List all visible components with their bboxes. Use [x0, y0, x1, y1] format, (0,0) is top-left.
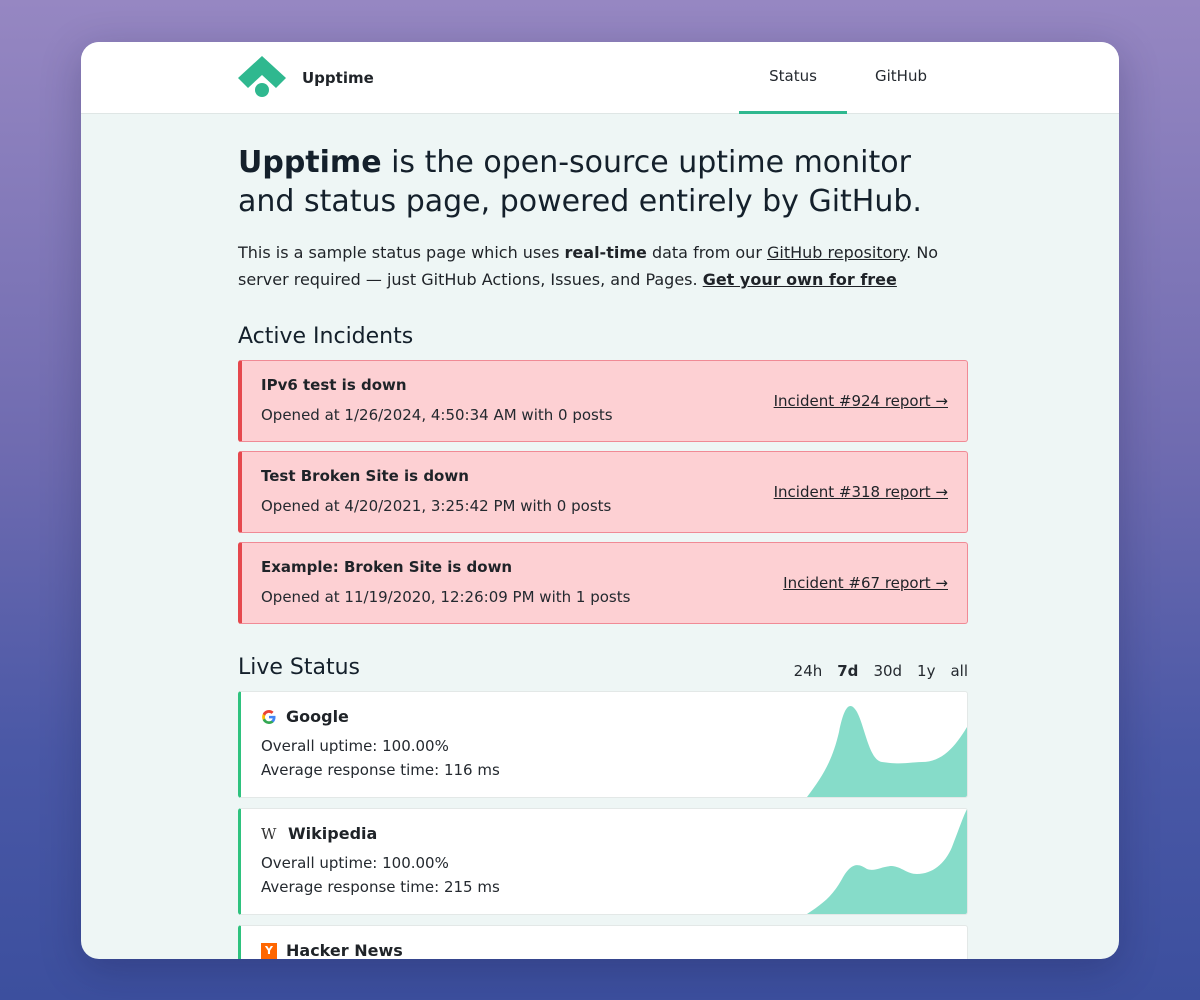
site-card-google[interactable]: Google Overall uptime: 100.00% Average r…: [238, 691, 968, 798]
response-time-sparkline: [807, 706, 967, 797]
main-content: Upptime is the open-source uptime monito…: [238, 143, 968, 959]
brand[interactable]: Upptime: [238, 56, 374, 100]
intro-text-1: This is a sample status page which uses: [238, 243, 565, 262]
live-status-title: Live Status: [238, 655, 361, 680]
incident-title: IPv6 test is down: [261, 376, 407, 394]
incident-report-link[interactable]: Incident #67 report →: [783, 574, 948, 592]
headline-brand: Upptime: [238, 145, 382, 180]
site-header: Y Hacker News: [261, 941, 403, 959]
nav-github[interactable]: GitHub: [847, 42, 955, 113]
top-navbar: Upptime Status GitHub: [81, 42, 1119, 114]
site-header: W Wikipedia: [261, 824, 377, 843]
range-7d[interactable]: 7d: [837, 662, 858, 680]
upptime-logo-icon: [238, 56, 286, 97]
incident-title: Test Broken Site is down: [261, 467, 469, 485]
page-headline: Upptime is the open-source uptime monito…: [238, 143, 968, 221]
site-card-wikipedia[interactable]: W Wikipedia Overall uptime: 100.00% Aver…: [238, 808, 968, 915]
range-30d[interactable]: 30d: [873, 662, 902, 680]
incident-card: IPv6 test is down Opened at 1/26/2024, 4…: [238, 360, 968, 442]
incident-report-link[interactable]: Incident #318 report →: [774, 483, 948, 501]
live-status-header: Live Status 24h 7d 30d 1y all: [238, 655, 968, 685]
site-uptime: Overall uptime: 100.00%: [261, 737, 449, 755]
range-24h[interactable]: 24h: [794, 662, 823, 680]
incident-opened: Opened at 1/26/2024, 4:50:34 AM with 0 p…: [261, 406, 613, 424]
hacker-news-favicon-icon: Y: [261, 942, 277, 959]
google-favicon-icon: [262, 709, 276, 724]
site-response-time: Average response time: 215 ms: [261, 878, 500, 896]
range-all[interactable]: all: [950, 662, 968, 680]
site-header: Google: [261, 707, 349, 726]
response-time-sparkline: [807, 926, 967, 959]
incident-card: Test Broken Site is down Opened at 4/20/…: [238, 451, 968, 533]
site-card-hacker-news[interactable]: Y Hacker News: [238, 925, 968, 959]
site-uptime: Overall uptime: 100.00%: [261, 854, 449, 872]
intro-paragraph: This is a sample status page which uses …: [238, 239, 968, 293]
time-range-selector: 24h 7d 30d 1y all: [794, 662, 968, 680]
main-nav: Status GitHub: [739, 42, 955, 114]
intro-text-2: data from our: [646, 243, 767, 262]
incident-opened: Opened at 11/19/2020, 12:26:09 PM with 1…: [261, 588, 631, 606]
nav-status[interactable]: Status: [739, 42, 847, 114]
incident-opened: Opened at 4/20/2021, 3:25:42 PM with 0 p…: [261, 497, 612, 515]
incident-report-link[interactable]: Incident #924 report →: [774, 392, 948, 410]
browser-window: Upptime Status GitHub Upptime is the ope…: [81, 42, 1119, 959]
get-your-own-link[interactable]: Get your own for free: [703, 270, 897, 289]
site-response-time: Average response time: 116 ms: [261, 761, 500, 779]
intro-bold: real-time: [564, 243, 647, 262]
incident-card: Example: Broken Site is down Opened at 1…: [238, 542, 968, 624]
wikipedia-favicon-icon: W: [261, 824, 277, 843]
site-name: Wikipedia: [288, 824, 378, 843]
incident-title: Example: Broken Site is down: [261, 558, 513, 576]
brand-name: Upptime: [302, 69, 374, 87]
active-incidents-title: Active Incidents: [238, 324, 414, 349]
range-1y[interactable]: 1y: [917, 662, 935, 680]
site-name: Google: [286, 707, 349, 726]
site-name: Hacker News: [286, 941, 403, 959]
response-time-sparkline: [807, 809, 967, 914]
github-repository-link[interactable]: GitHub repository: [767, 243, 906, 262]
